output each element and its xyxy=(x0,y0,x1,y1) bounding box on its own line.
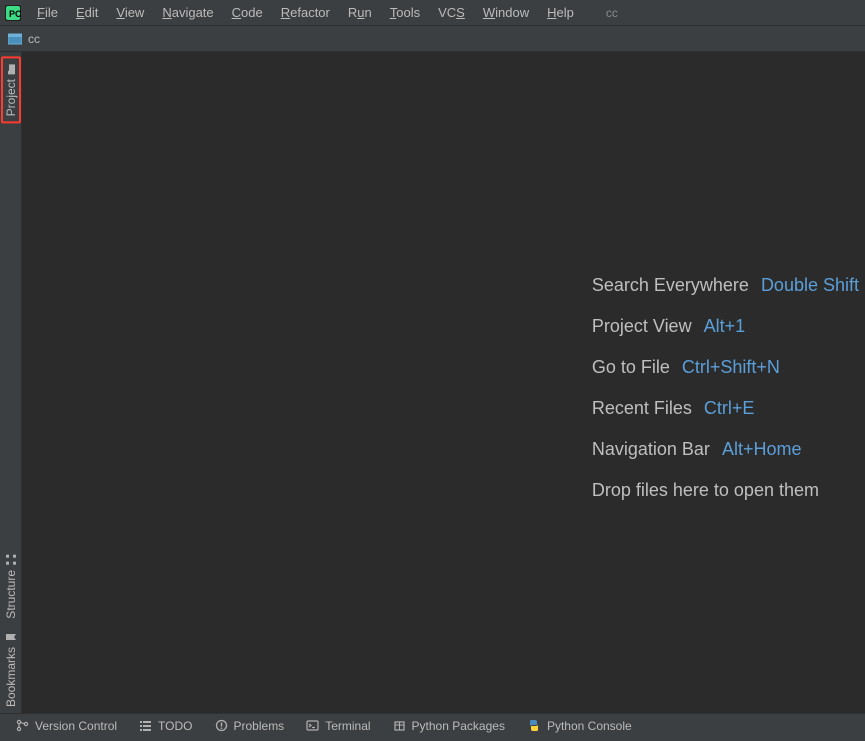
hint-label: Search Everywhere xyxy=(592,275,749,296)
menu-vcs[interactable]: VCS xyxy=(430,2,473,23)
terminal-icon xyxy=(306,719,319,732)
hint-navigation-bar: Navigation Bar Alt+Home xyxy=(592,439,859,460)
editor-empty-state[interactable]: Search Everywhere Double Shift Project V… xyxy=(22,52,865,713)
tool-window-project-label: Project xyxy=(4,79,18,116)
tool-window-bookmarks[interactable]: Bookmarks xyxy=(2,625,20,713)
hint-go-to-file: Go to File Ctrl+Shift+N xyxy=(592,357,859,378)
hint-drop-files: Drop files here to open them xyxy=(592,480,859,501)
bottom-tool-strip: Version Control TODO Problems Terminal P… xyxy=(0,713,865,737)
tool-window-structure-label: Structure xyxy=(4,570,18,619)
hint-search-everywhere: Search Everywhere Double Shift xyxy=(592,275,859,296)
folder-icon xyxy=(5,63,17,75)
module-icon xyxy=(8,32,22,46)
hint-label: Project View xyxy=(592,316,692,337)
tool-window-version-control[interactable]: Version Control xyxy=(8,717,125,735)
packages-icon xyxy=(393,719,406,732)
menu-run[interactable]: Run xyxy=(340,2,380,23)
tool-window-problems[interactable]: Problems xyxy=(207,717,293,735)
menu-window[interactable]: Window xyxy=(475,2,537,23)
menu-code[interactable]: Code xyxy=(224,2,271,23)
breadcrumb-root[interactable]: cc xyxy=(28,32,40,46)
hint-shortcut[interactable]: Ctrl+E xyxy=(704,398,755,419)
hint-label: Go to File xyxy=(592,357,670,378)
tool-window-terminal[interactable]: Terminal xyxy=(298,717,378,735)
hint-label: Recent Files xyxy=(592,398,692,419)
menu-view[interactable]: View xyxy=(108,2,152,23)
python-icon xyxy=(527,719,541,732)
svg-text:PC: PC xyxy=(9,9,21,19)
menu-navigate[interactable]: Navigate xyxy=(154,2,221,23)
tool-window-label: Python Packages xyxy=(412,719,505,733)
navigation-bar[interactable]: cc xyxy=(0,26,865,52)
tool-window-label: Version Control xyxy=(35,719,117,733)
branch-icon xyxy=(16,719,29,732)
problems-icon xyxy=(215,719,228,732)
bookmark-icon xyxy=(5,631,17,643)
hint-shortcut[interactable]: Double Shift xyxy=(761,275,859,296)
tool-window-label: TODO xyxy=(158,719,192,733)
statusbar xyxy=(0,737,865,741)
list-icon xyxy=(139,719,152,732)
tool-window-bookmarks-label: Bookmarks xyxy=(4,647,18,707)
tool-window-structure[interactable]: Structure xyxy=(2,548,20,625)
pycharm-app-icon: PC xyxy=(5,5,21,21)
tool-window-project[interactable]: Project xyxy=(1,56,21,123)
tool-window-python-console[interactable]: Python Console xyxy=(519,717,640,735)
main-area: Project Structure Bookmarks Sear xyxy=(0,52,865,713)
menu-refactor[interactable]: Refactor xyxy=(273,2,338,23)
menubar-project-label: cc xyxy=(600,3,624,23)
menubar: PC File Edit View Navigate Code Refactor… xyxy=(0,0,865,26)
welcome-hints: Search Everywhere Double Shift Project V… xyxy=(592,265,859,501)
menu-edit[interactable]: Edit xyxy=(68,2,106,23)
structure-icon xyxy=(5,554,17,566)
tool-window-python-packages[interactable]: Python Packages xyxy=(385,717,513,735)
hint-shortcut[interactable]: Ctrl+Shift+N xyxy=(682,357,780,378)
tool-window-todo[interactable]: TODO xyxy=(131,717,200,735)
hint-label: Navigation Bar xyxy=(592,439,710,460)
menu-file[interactable]: File xyxy=(29,2,66,23)
tool-window-label: Python Console xyxy=(547,719,632,733)
left-tool-strip: Project Structure Bookmarks xyxy=(0,52,22,713)
tool-window-label: Terminal xyxy=(325,719,370,733)
tool-window-label: Problems xyxy=(234,719,285,733)
menu-tools[interactable]: Tools xyxy=(382,2,428,23)
hint-shortcut[interactable]: Alt+1 xyxy=(704,316,746,337)
hint-project-view: Project View Alt+1 xyxy=(592,316,859,337)
menu-help[interactable]: Help xyxy=(539,2,582,23)
hint-shortcut[interactable]: Alt+Home xyxy=(722,439,802,460)
hint-recent-files: Recent Files Ctrl+E xyxy=(592,398,859,419)
